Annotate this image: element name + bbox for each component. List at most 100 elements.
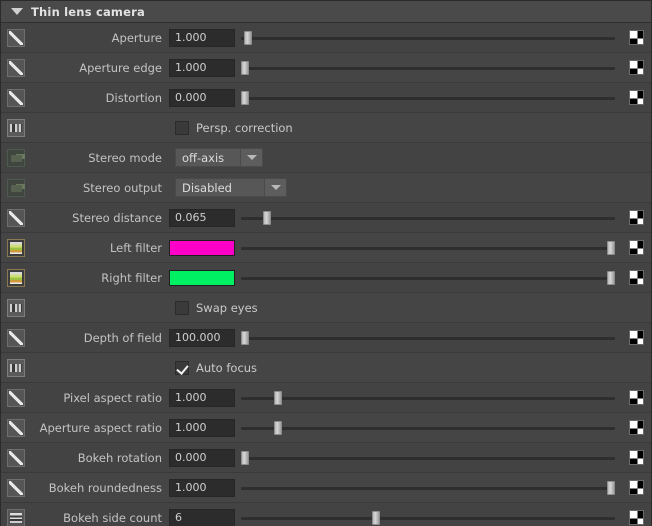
slider-track-aperture[interactable] [241, 36, 615, 40]
end-icon-cell-aperture-edge[interactable] [621, 60, 651, 75]
value-field-bokeh-side-count[interactable]: 6 [169, 508, 235, 526]
dropdown-stereo-output[interactable]: Disabled [175, 178, 287, 197]
checkerboard-icon[interactable] [628, 480, 644, 495]
slider-handle-aperture[interactable] [244, 30, 253, 45]
row-icon-cell-aperture-edge[interactable] [1, 53, 31, 83]
curve-ramp-icon[interactable] [7, 478, 25, 497]
curve-ramp-icon[interactable] [7, 208, 25, 227]
slider-handle-stereo-distance[interactable] [263, 210, 272, 225]
row-icon-cell-distortion[interactable] [1, 83, 31, 113]
checkbox-auto-focus[interactable]: Auto focus [175, 360, 257, 375]
end-icon-cell-stereo-distance[interactable] [621, 210, 651, 225]
panel-header[interactable]: Thin lens camera [1, 1, 651, 23]
value-field-depth-of-field[interactable]: 100.000 [169, 328, 235, 347]
triangle-down-icon[interactable] [11, 8, 23, 15]
dropdown-stereo-mode[interactable]: off-axis [175, 148, 263, 167]
slider-track-aperture-edge[interactable] [241, 66, 615, 70]
end-icon-cell-aperture[interactable] [621, 30, 651, 45]
slider-handle-pixel-aspect-ratio[interactable] [274, 390, 283, 405]
checkerboard-icon[interactable] [628, 210, 644, 225]
node-plug-icon[interactable] [7, 148, 25, 167]
slider-depth-of-field[interactable] [240, 329, 615, 347]
end-icon-cell-right-filter[interactable] [621, 270, 651, 285]
end-icon-cell-pixel-aspect-ratio[interactable] [621, 390, 651, 405]
end-icon-cell-aperture-aspect-ratio[interactable] [621, 420, 651, 435]
row-icon-cell-aperture[interactable] [1, 23, 31, 53]
slider-track-pixel-aspect-ratio[interactable] [241, 396, 615, 400]
slider-right-filter[interactable] [241, 269, 616, 287]
dropdown-arrow-cell-stereo-mode[interactable] [240, 149, 262, 166]
row-icon-cell-aperture-aspect-ratio[interactable] [1, 413, 31, 443]
gradient-image-icon[interactable] [7, 238, 25, 257]
int-slider-icon[interactable] [7, 508, 25, 526]
row-icon-cell-left-filter[interactable] [1, 233, 31, 263]
curve-ramp-icon[interactable] [7, 388, 25, 407]
slider-track-aperture-aspect-ratio[interactable] [241, 426, 615, 430]
end-icon-cell-bokeh-roundedness[interactable] [621, 480, 651, 495]
end-icon-cell-left-filter[interactable] [621, 240, 651, 255]
row-icon-cell-depth-of-field[interactable] [1, 323, 31, 353]
gradient-image-icon[interactable] [7, 268, 25, 287]
checkbox-box-swap-eyes[interactable] [175, 300, 189, 315]
checkerboard-icon[interactable] [628, 510, 644, 525]
dropdown-arrow-cell-stereo-output[interactable] [264, 179, 286, 196]
checkerboard-icon[interactable] [628, 60, 644, 75]
slider-handle-left-filter[interactable] [607, 240, 616, 255]
slider-distortion[interactable] [240, 89, 615, 107]
bool-toggle-icon[interactable] [7, 118, 25, 137]
end-icon-cell-distortion[interactable] [621, 90, 651, 105]
end-icon-cell-bokeh-rotation[interactable] [621, 450, 651, 465]
curve-ramp-icon[interactable] [7, 88, 25, 107]
bool-toggle-icon[interactable] [7, 298, 25, 317]
slider-aperture[interactable] [241, 29, 615, 47]
slider-left-filter[interactable] [241, 239, 616, 257]
row-icon-cell-swap-eyes[interactable] [1, 293, 31, 323]
color-swatch-right-filter[interactable] [169, 269, 235, 286]
row-icon-cell-bokeh-roundedness[interactable] [1, 473, 31, 503]
end-icon-cell-depth-of-field[interactable] [621, 330, 651, 345]
checkerboard-icon[interactable] [628, 450, 644, 465]
checkbox-swap-eyes[interactable]: Swap eyes [175, 300, 258, 315]
row-icon-cell-pixel-aspect-ratio[interactable] [1, 383, 31, 413]
value-field-aperture[interactable]: 1.000 [169, 28, 235, 47]
checkbox-persp-correction[interactable]: Persp. correction [175, 120, 293, 135]
checkerboard-icon[interactable] [628, 270, 644, 285]
checkerboard-icon[interactable] [628, 240, 644, 255]
slider-track-stereo-distance[interactable] [241, 216, 615, 220]
slider-track-bokeh-side-count[interactable] [241, 516, 615, 520]
row-icon-cell-stereo-mode[interactable] [1, 143, 31, 173]
row-icon-cell-right-filter[interactable] [1, 263, 31, 293]
slider-bokeh-roundedness[interactable] [241, 479, 616, 497]
slider-pixel-aspect-ratio[interactable] [241, 389, 615, 407]
value-field-bokeh-rotation[interactable]: 0.000 [169, 448, 235, 467]
slider-bokeh-side-count[interactable] [241, 509, 615, 526]
node-plug-icon[interactable] [7, 178, 25, 197]
checkerboard-icon[interactable] [628, 390, 644, 405]
row-icon-cell-bokeh-side-count[interactable] [1, 503, 31, 526]
slider-aperture-edge[interactable] [240, 59, 615, 77]
slider-handle-aperture-edge[interactable] [240, 60, 249, 75]
slider-track-bokeh-rotation[interactable] [241, 456, 615, 460]
curve-ramp-icon[interactable] [7, 28, 25, 47]
checkbox-box-auto-focus[interactable] [175, 360, 189, 375]
value-field-aperture-edge[interactable]: 1.000 [169, 58, 235, 77]
slider-handle-distortion[interactable] [240, 90, 249, 105]
checkbox-box-persp-correction[interactable] [175, 120, 189, 135]
slider-handle-bokeh-rotation[interactable] [240, 450, 249, 465]
slider-track-bokeh-roundedness[interactable] [241, 486, 615, 490]
row-icon-cell-stereo-distance[interactable] [1, 203, 31, 233]
curve-ramp-icon[interactable] [7, 58, 25, 77]
slider-track-distortion[interactable] [241, 96, 615, 100]
value-field-pixel-aspect-ratio[interactable]: 1.000 [169, 388, 235, 407]
slider-handle-depth-of-field[interactable] [240, 330, 249, 345]
row-icon-cell-auto-focus[interactable] [1, 353, 31, 383]
slider-handle-bokeh-roundedness[interactable] [607, 480, 616, 495]
slider-track-right-filter[interactable] [241, 276, 615, 280]
row-icon-cell-bokeh-rotation[interactable] [1, 443, 31, 473]
value-field-distortion[interactable]: 0.000 [169, 88, 235, 107]
value-field-stereo-distance[interactable]: 0.065 [169, 208, 235, 227]
curve-ramp-icon[interactable] [7, 448, 25, 467]
value-field-aperture-aspect-ratio[interactable]: 1.000 [169, 418, 235, 437]
slider-handle-right-filter[interactable] [607, 270, 616, 285]
curve-ramp-icon[interactable] [7, 328, 25, 347]
